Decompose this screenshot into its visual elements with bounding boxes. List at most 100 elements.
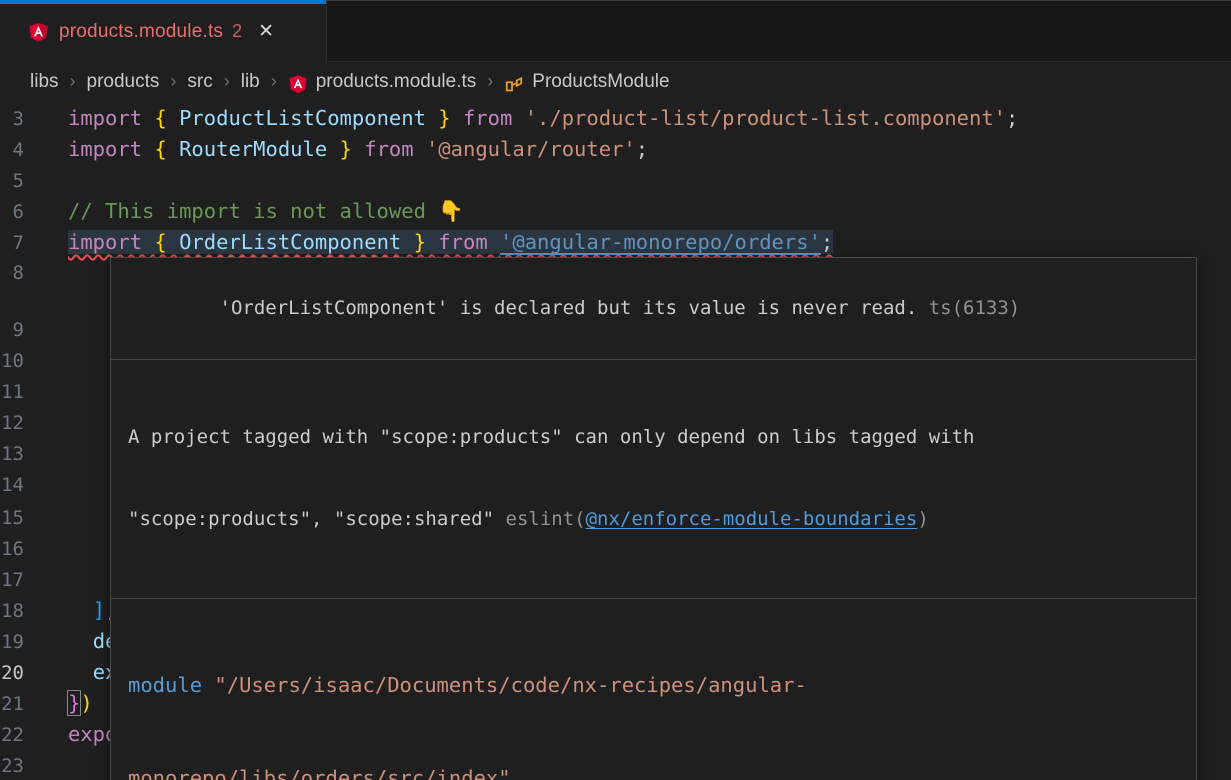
breadcrumb-label: products (87, 71, 160, 93)
ts-diagnostic-text: 'OrderListComponent' is declared but its… (220, 297, 918, 319)
code-token: from (438, 230, 500, 254)
line-number[interactable]: 21 (0, 689, 68, 720)
code-token: } (401, 230, 438, 254)
code-token: import (68, 106, 154, 130)
code-token: } (68, 691, 80, 715)
line-number[interactable]: 3 (0, 104, 68, 135)
code-token: } (327, 137, 364, 161)
line-number[interactable]: 11 (0, 377, 68, 408)
error-highlighted-range: import { OrderListComponent } from '@ang… (68, 230, 833, 254)
eslint-source-open: eslint( (506, 508, 586, 530)
breadcrumb-item-productsmodule[interactable]: ProductsModule (504, 71, 669, 93)
line-number[interactable]: 10 (0, 346, 68, 377)
tab-bar: products.module.ts 2 ✕ (0, 0, 1231, 62)
line-number[interactable]: 4 (0, 135, 68, 166)
vscode-window: products.module.ts 2 ✕ libs › products › src… (0, 0, 1231, 780)
module-path-line2: monorepo/libs/orders/src/index" (128, 766, 511, 780)
tab-title: products.module.ts (59, 21, 223, 43)
code-line-5[interactable]: 5 (0, 165, 1231, 196)
breadcrumb-label: libs (30, 71, 59, 93)
code-token: '@angular/router' (426, 137, 636, 161)
angular-icon (28, 21, 49, 43)
line-number[interactable]: 20 (0, 658, 68, 689)
code-token: { (154, 106, 179, 130)
tab-problems-badge: 2 (232, 21, 242, 42)
code-token: OrderListComponent (179, 230, 401, 254)
code-line-6[interactable]: 6// This import is not allowed 👇 (0, 196, 1231, 227)
eslint-text-line2: "scope:products", "scope:shared" (128, 508, 506, 530)
code-token: } (426, 106, 463, 130)
line-number[interactable]: 6 (0, 197, 68, 228)
breadcrumb-separator: › (487, 71, 493, 92)
eslint-source-close: ) (917, 508, 928, 530)
line-number[interactable]: 22 (0, 720, 68, 751)
code-token: ; (821, 230, 833, 254)
breadcrumb-label: src (187, 71, 212, 93)
hover-module-info: module "/Users/isaac/Documents/code/nx-r… (111, 598, 1196, 780)
hover-ts-message: 'OrderListComponent' is declared but its… (111, 258, 1196, 359)
code-token (68, 629, 93, 653)
eslint-message-line2: "scope:products", "scope:shared" eslint(… (128, 506, 1179, 534)
breadcrumb-label: products.module.ts (316, 71, 477, 93)
line-number[interactable]: 12 (0, 408, 68, 439)
code-token: 👇 (438, 199, 464, 223)
code-token: import (68, 230, 154, 254)
code-token: ; (636, 137, 648, 161)
line-number[interactable]: 9 (0, 315, 68, 346)
breadcrumb: libs › products › src › lib › products.module.ts… (0, 63, 1231, 100)
diagnostic-hover-popup: 'OrderListComponent' is declared but its… (110, 257, 1197, 780)
breadcrumb-separator: › (70, 71, 76, 92)
breadcrumb-item-products[interactable]: products (87, 71, 160, 93)
line-number[interactable]: 7 (0, 228, 68, 259)
code-token: ProductListComponent (179, 106, 426, 130)
line-number[interactable]: 15 (0, 503, 68, 534)
active-tab-indicator (0, 0, 326, 4)
breadcrumb-separator: › (224, 71, 230, 92)
line-number[interactable]: 19 (0, 627, 68, 658)
angular-icon (288, 74, 308, 94)
breadcrumb-label: lib (241, 71, 260, 93)
breadcrumb-item-products-module-ts[interactable]: products.module.ts (288, 71, 477, 93)
module-keyword: module (128, 673, 202, 697)
breadcrumb-label: ProductsModule (532, 71, 669, 93)
module-info-line1: module "/Users/isaac/Documents/code/nx-r… (128, 670, 1179, 701)
editor: 3import { ProductListComponent } from '.… (0, 100, 1231, 780)
code-token: '@angular-monorepo/orders' (500, 230, 821, 254)
breadcrumb-item-src[interactable]: src (187, 71, 212, 93)
code-token: from (364, 137, 426, 161)
code-token (68, 660, 93, 684)
code-line-4[interactable]: 4import { RouterModule } from '@angular/… (0, 134, 1231, 165)
ts-diagnostic-code: ts(6133) (917, 297, 1020, 319)
line-number[interactable]: 18 (0, 596, 68, 627)
eslint-rule-link[interactable]: @nx/enforce-module-boundaries (586, 508, 918, 530)
line-number[interactable]: 13 (0, 439, 68, 470)
code-token: from (463, 106, 525, 130)
line-number[interactable]: 8 (0, 258, 68, 289)
breadcrumb-separator: › (170, 71, 176, 92)
eslint-text-line1: A project tagged with "scope:products" c… (128, 426, 974, 448)
code-token: { (154, 230, 179, 254)
breadcrumb-item-lib[interactable]: lib (241, 71, 260, 93)
code-line-7[interactable]: 7import { OrderListComponent } from '@an… (0, 227, 1231, 258)
code-token: ] (93, 598, 105, 622)
code-token: { (154, 137, 179, 161)
code-token: './product-list/product-list.component' (525, 106, 1006, 130)
symbol-class-icon (504, 74, 524, 94)
code-token: import (68, 137, 154, 161)
module-info-line2: monorepo/libs/orders/src/index" (128, 763, 1179, 780)
line-number[interactable]: 14 (0, 470, 68, 501)
code-token: ; (1006, 106, 1018, 130)
module-path-line1: "/Users/isaac/Documents/code/nx-recipes/… (202, 673, 807, 697)
line-number[interactable]: 17 (0, 565, 68, 596)
line-number[interactable]: 16 (0, 534, 68, 565)
tab-products-module[interactable]: products.module.ts 2 ✕ (0, 1, 327, 62)
code-line-3[interactable]: 3import { ProductListComponent } from '.… (0, 103, 1231, 134)
eslint-message-line1: A project tagged with "scope:products" c… (128, 424, 1179, 452)
code-token (68, 598, 93, 622)
breadcrumb-item-libs[interactable]: libs (30, 71, 59, 93)
code-token: ) (80, 691, 92, 715)
line-number[interactable]: 23 (0, 751, 68, 780)
code-token: RouterModule (179, 137, 327, 161)
close-icon[interactable]: ✕ (258, 20, 274, 43)
line-number[interactable]: 5 (0, 166, 68, 197)
